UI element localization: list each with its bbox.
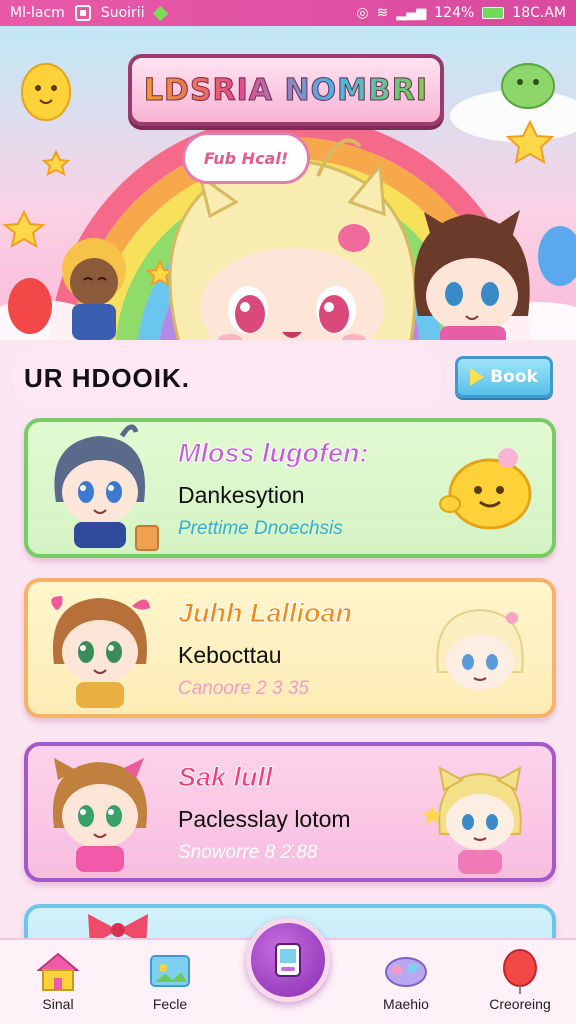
section-title: UR HDOOIK.: [24, 362, 190, 393]
story-card-3[interactable]: Sak lull Paclesslay lotom Snoworre 8 2̈.…: [24, 742, 556, 882]
notification-icon: [74, 5, 91, 21]
battery-icon: [482, 7, 505, 19]
gem-icon: [152, 5, 168, 21]
nav-feed-label: Fecle: [152, 996, 188, 1012]
card-1-character-avatar: [54, 424, 159, 551]
card-2-subtitle: Kebocttau: [178, 642, 282, 668]
section-header: UR HDOOIK.: [12, 348, 442, 408]
card-1-title: Mloss lugofen:: [178, 438, 369, 469]
feed-icon: [150, 955, 190, 987]
nav-messages[interactable]: Maehio: [356, 948, 456, 1022]
blonde-chibi-sticker-icon: [436, 608, 524, 690]
nav-home[interactable]: Sinal: [8, 948, 108, 1022]
balloon-icon: [503, 949, 537, 994]
app-title: LDSRIA NOMBRI: [143, 72, 429, 108]
yellow-blob-mascot-icon: [439, 448, 532, 530]
time-label: 18C.AM: [512, 5, 566, 21]
signal-icon: ▂▄▆: [396, 5, 427, 21]
app-title-banner: LDSRIA NOMBRI: [128, 54, 444, 126]
card-3-meta: Snoworre 8 2̈.88: [178, 842, 318, 863]
messages-icon: [385, 957, 427, 987]
card-3-subtitle: Paclesslay lotom: [178, 806, 351, 832]
nav-feed[interactable]: Fecle: [120, 948, 220, 1022]
app-name-label: Suoirii: [100, 5, 145, 21]
card-3-character-avatar: [52, 758, 147, 872]
speech-bubble-text: Fub Hcal!: [203, 148, 289, 168]
carrier-label: Ml-lacm: [10, 5, 65, 21]
nav-messages-label: Maehio: [383, 996, 429, 1012]
card-3-title: Sak lull: [178, 762, 274, 793]
speech-bubble: Fub Hcal!: [182, 132, 310, 184]
cat-ear-chibi-sticker-icon: [422, 766, 522, 874]
device-icon: [275, 943, 301, 977]
hero-banner: LDSRIA NOMBRI Fub Hcal!: [0, 26, 576, 340]
card-2-title: Juhh Lallioan: [177, 598, 353, 629]
story-card-1[interactable]: Mloss lugofen: Dankesytion Prettime Dnoe…: [24, 418, 556, 558]
nav-home-label: Sinal: [42, 996, 74, 1012]
card-1-subtitle: Dankesytion: [178, 482, 305, 508]
story-card-2[interactable]: Juhh Lallioan Kebocttau Canoore 2 3 35: [24, 578, 556, 718]
wifi-icon: ≋: [376, 5, 389, 21]
card-2-meta: Canoore 2 3 35: [178, 678, 309, 699]
nav-creating[interactable]: Creoreing: [470, 948, 570, 1022]
book-button-label: Book: [490, 367, 538, 387]
home-icon: [36, 952, 80, 991]
card-2-character-avatar: [51, 596, 150, 708]
book-button[interactable]: Book: [455, 356, 553, 398]
play-icon: [470, 368, 485, 386]
battery-label: 124%: [434, 5, 475, 21]
status-bar: Ml-lacm Suoirii ◎ ≋ ▂▄▆ 124% 18C.AM: [0, 0, 576, 26]
nav-creating-label: Creoreing: [489, 996, 551, 1012]
create-button[interactable]: [246, 918, 330, 1002]
card-1-meta: Prettime Dnoechsis: [178, 518, 343, 539]
alarm-icon: ◎: [356, 5, 369, 21]
